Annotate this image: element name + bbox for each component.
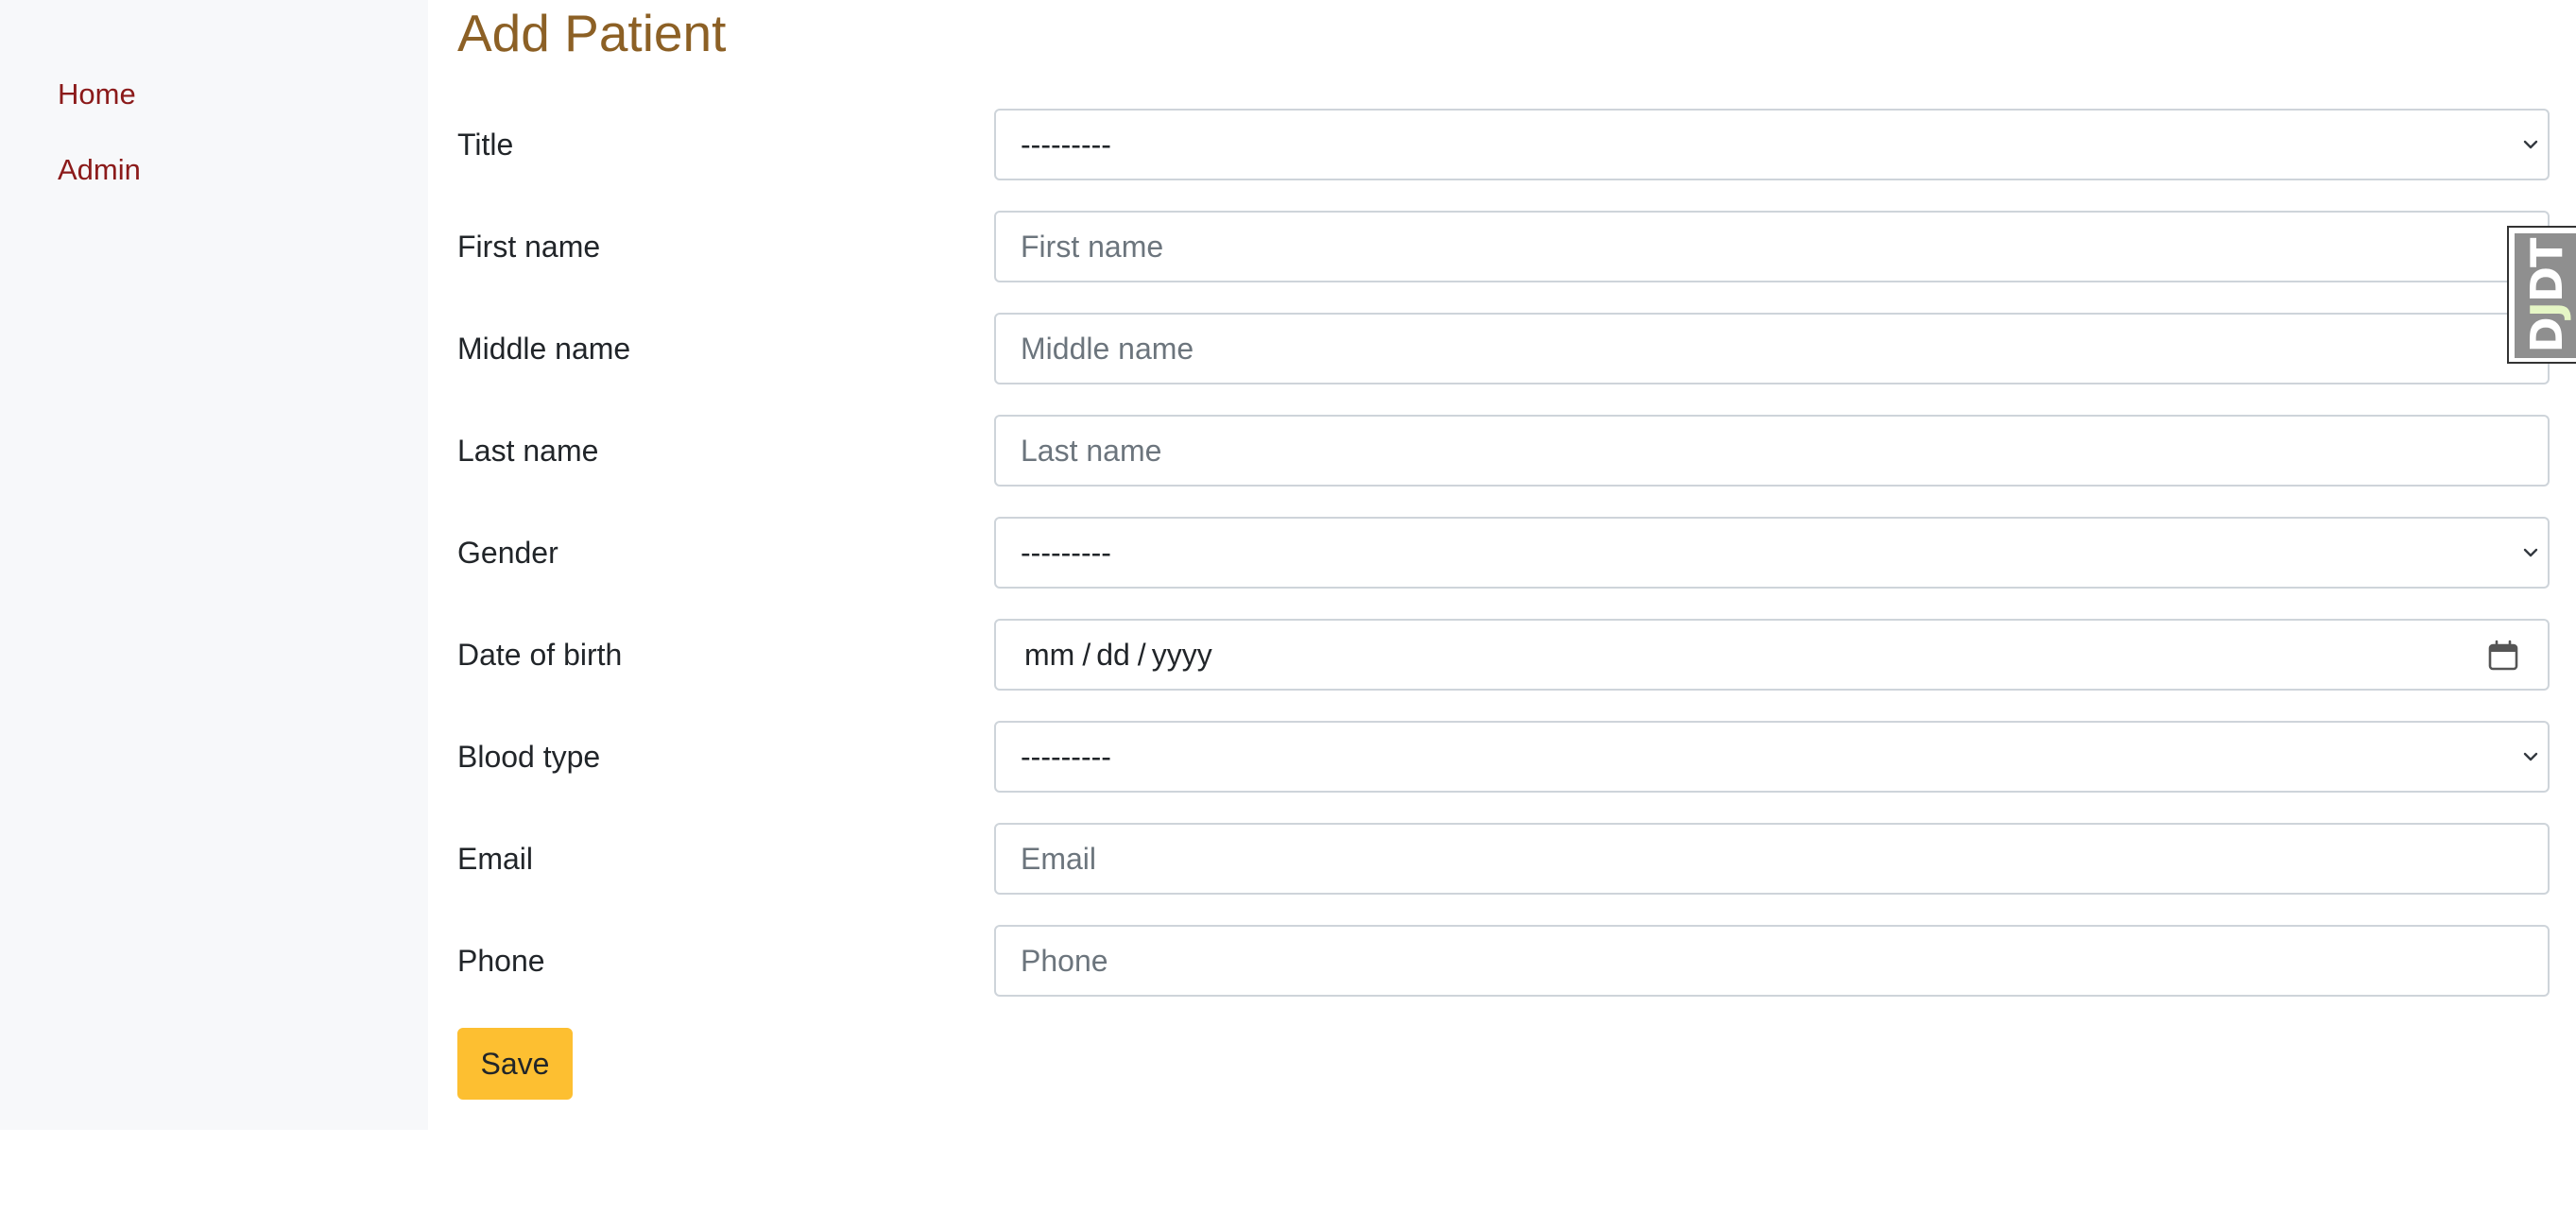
first-name-placeholder: First name	[1021, 229, 1164, 264]
djdt-logo-j: J	[2520, 302, 2572, 318]
middle-name-label: Middle name	[457, 332, 631, 366]
gender-select-value: ---------	[1021, 535, 1111, 570]
chevron-down-icon	[2523, 752, 2538, 761]
gender-label: Gender	[457, 536, 558, 570]
calendar-icon[interactable]	[2487, 640, 2519, 672]
dob-separator: /	[1137, 637, 1146, 672]
form-row-phone: Phone Phone	[457, 925, 2550, 997]
first-name-input[interactable]: First name	[994, 211, 2550, 282]
date-of-birth-label: Date of birth	[457, 638, 623, 672]
form-row-first-name: First name First name	[457, 211, 2550, 282]
chevron-down-icon	[2523, 140, 2538, 149]
save-button[interactable]: Save	[457, 1028, 573, 1100]
last-name-input[interactable]: Last name	[994, 415, 2550, 487]
gender-select[interactable]: ---------	[994, 517, 2550, 589]
email-label: Email	[457, 842, 534, 876]
form-row-middle-name: Middle name Middle name	[457, 313, 2550, 384]
debug-toolbar-handle[interactable]: DJDT	[2507, 226, 2576, 364]
page-title: Add Patient	[457, 4, 727, 62]
djdt-logo-dt: DT	[2520, 238, 2572, 303]
main-content: Add Patient Title --------- First name F…	[457, 0, 2550, 1130]
title-select[interactable]: ---------	[994, 109, 2550, 180]
last-name-placeholder: Last name	[1021, 433, 1162, 468]
phone-field[interactable]: Phone	[994, 925, 2550, 997]
email-field[interactable]: Email	[994, 823, 2550, 895]
middle-name-placeholder: Middle name	[1021, 331, 1194, 366]
sidebar: Home Admin	[0, 0, 428, 1130]
date-of-birth-input[interactable]: mm / dd / yyyy	[994, 619, 2550, 691]
chevron-down-icon	[2523, 548, 2538, 557]
blood-type-select[interactable]: ---------	[994, 721, 2550, 793]
debug-toolbar-logo: DJDT	[2521, 239, 2572, 353]
debug-toolbar-handle-body: DJDT	[2515, 233, 2576, 358]
form-row-email: Email Email	[457, 823, 2550, 895]
dob-year-segment[interactable]: yyyy	[1148, 638, 1218, 673]
email-placeholder: Email	[1021, 841, 1097, 876]
form-row-blood-type: Blood type ---------	[457, 721, 2550, 793]
djdt-logo-d: D	[2520, 317, 2572, 353]
first-name-label: First name	[457, 230, 601, 264]
blood-type-label: Blood type	[457, 740, 601, 774]
blood-type-select-value: ---------	[1021, 739, 1111, 774]
phone-placeholder: Phone	[1021, 943, 1108, 978]
form-row-gender: Gender ---------	[457, 517, 2550, 589]
form-row-last-name: Last name Last name	[457, 415, 2550, 487]
last-name-label: Last name	[457, 434, 599, 468]
title-label: Title	[457, 128, 514, 162]
sidebar-item-admin[interactable]: Admin	[58, 151, 141, 189]
phone-label: Phone	[457, 944, 545, 978]
form-row-date-of-birth: Date of birth mm / dd / yyyy	[457, 619, 2550, 691]
form-row-title: Title ---------	[457, 109, 2550, 180]
dob-month-segment[interactable]: mm	[1021, 638, 1080, 673]
middle-name-input[interactable]: Middle name	[994, 313, 2550, 384]
dob-separator: /	[1082, 637, 1091, 672]
sidebar-item-home[interactable]: Home	[58, 76, 136, 113]
dob-day-segment[interactable]: dd	[1092, 638, 1136, 673]
title-select-value: ---------	[1021, 127, 1111, 162]
